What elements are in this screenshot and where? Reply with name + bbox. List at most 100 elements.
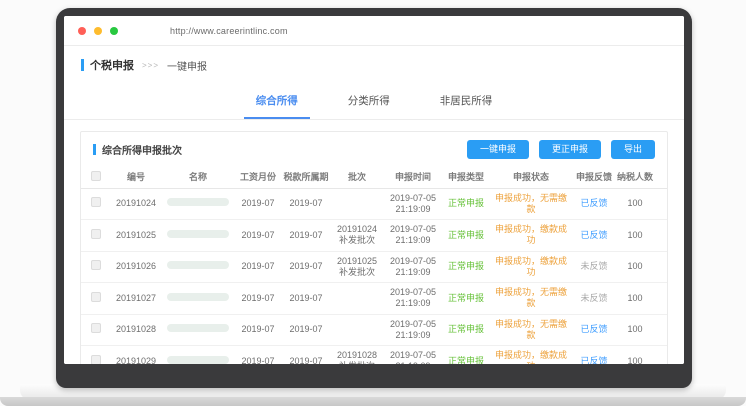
export-button[interactable]: 导出 [611,140,655,159]
table-row: 201910252019-072019-0720191024 补发批次2019-… [81,220,667,252]
cell-name-redacted [161,220,235,252]
cell-declare-status: 申报成功，无需缴款 [489,283,573,315]
redacted-name-pill [167,230,229,238]
correction-declare-button[interactable]: 更正申报 [539,140,601,159]
cell-salary-month: 2019-07 [235,188,281,220]
cell-batch [331,188,383,220]
cell-feedback: 已反馈 [573,188,615,220]
cell-tax-period: 2019-07 [281,283,331,315]
browser-bar: http://www.careerintlinc.com [64,16,684,46]
page-content: 个税申报 >>> 一键申报 综合所得 分类所得 非居民所得 综合所得申报批次 一… [64,46,684,364]
cell-batch: 20191025 补发批次 [331,251,383,283]
cell-declare-status: 申报成功，无需缴款 [489,188,573,220]
cell-taxpayer-count: 100 [615,346,655,365]
cell-taxpayer-count: 100 [615,283,655,315]
tab-comprehensive-income[interactable]: 综合所得 [244,85,310,119]
table-header-row: 编号名称工资月份税款所属期批次申报时间申报类型申报状态申报反馈纳税人数汇 [81,166,667,188]
select-all-checkbox[interactable] [91,171,101,181]
cell-declare-status: 申报成功，缴款成功 [489,220,573,252]
column-header: 申报反馈 [573,166,615,188]
laptop-base-bottom [0,397,746,406]
cell-clipped-amount: 11 [655,283,667,315]
cell-feedback: 已反馈 [573,346,615,365]
row-checkbox[interactable] [91,323,101,333]
tab-nonresident-income[interactable]: 非居民所得 [428,85,505,119]
cell-declare-type: 正常申报 [443,188,489,220]
cell-declare-time: 2019-07-05 21:19:09 [383,220,443,252]
window-minimize-icon[interactable] [94,27,102,35]
cell-batch-id: 20191028 [111,314,161,346]
cell-declare-type: 正常申报 [443,220,489,252]
cell-clipped-amount: 11 [655,188,667,220]
cell-taxpayer-count: 100 [615,220,655,252]
cell-name-redacted [161,251,235,283]
column-header: 申报状态 [489,166,573,188]
panel-title: 综合所得申报批次 [102,142,182,157]
column-header: 纳税人数 [615,166,655,188]
row-checkbox[interactable] [91,260,101,270]
cell-batch [331,314,383,346]
cell-clipped-amount: 11 [655,251,667,283]
batch-panel: 综合所得申报批次 一键申报 更正申报 导出 [80,131,668,364]
cell-tax-period: 2019-07 [281,220,331,252]
redacted-name-pill [167,198,229,206]
cell-declare-type: 正常申报 [443,346,489,365]
cell-checkbox [81,346,111,365]
cell-taxpayer-count: 100 [615,314,655,346]
breadcrumb: 个税申报 >>> 一键申报 [64,46,684,79]
laptop-screen: http://www.careerintlinc.com 个税申报 >>> 一键… [64,16,684,364]
cell-feedback: 未反馈 [573,251,615,283]
cell-declare-time: 2019-07-05 21:19:09 [383,314,443,346]
column-header: 工资月份 [235,166,281,188]
cell-salary-month: 2019-07 [235,251,281,283]
redacted-name-pill [167,356,229,364]
cell-checkbox [81,220,111,252]
cell-declare-time: 2019-07-05 21:19:09 [383,188,443,220]
cell-checkbox [81,251,111,283]
cell-tax-period: 2019-07 [281,188,331,220]
cell-feedback: 未反馈 [573,283,615,315]
tab-classified-income[interactable]: 分类所得 [336,85,402,119]
address-bar-url[interactable]: http://www.careerintlinc.com [170,26,288,36]
one-click-declare-button[interactable]: 一键申报 [467,140,529,159]
panel-accent-bar [93,144,96,155]
cell-taxpayer-count: 100 [615,188,655,220]
table-row: 20191027 2019-072019-07 2019-07-05 21:19:0… [81,283,667,315]
cell-checkbox [81,314,111,346]
cell-declare-time: 2019-07-05 21:19:09 [383,283,443,315]
declaration-table: 编号名称工资月份税款所属期批次申报时间申报类型申报状态申报反馈纳税人数汇 201… [81,166,667,364]
redacted-name-pill [167,293,229,301]
cell-clipped-amount: 11 [655,220,667,252]
cell-name-redacted [161,188,235,220]
column-header: 申报时间 [383,166,443,188]
row-checkbox[interactable] [91,197,101,207]
column-header: 税款所属期 [281,166,331,188]
cell-declare-type: 正常申报 [443,314,489,346]
cell-salary-month: 2019-07 [235,283,281,315]
panel-header: 综合所得申报批次 一键申报 更正申报 导出 [81,132,667,166]
window-close-icon[interactable] [78,27,86,35]
breadcrumb-separator: >>> [142,61,159,70]
cell-checkbox [81,283,111,315]
column-header: 编号 [111,166,161,188]
row-checkbox[interactable] [91,229,101,239]
table-row: 201910292019-072019-0720191028 补发批次2019-… [81,346,667,365]
breadcrumb-accent-bar [81,59,84,71]
cell-declare-status: 申报成功，缴款成功 [489,346,573,365]
cell-clipped-amount: 11 [655,314,667,346]
cell-declare-status: 申报成功，缴款成功 [489,251,573,283]
cell-name-redacted [161,314,235,346]
row-checkbox[interactable] [91,292,101,302]
column-header: 申报类型 [443,166,489,188]
cell-batch-id: 20191027 [111,283,161,315]
table-row: 201910242019-072019-072019-07-05 21:19:0… [81,188,667,220]
cell-tax-period: 2019-07 [281,314,331,346]
cell-feedback: 已反馈 [573,314,615,346]
column-header: 批次 [331,166,383,188]
window-maximize-icon[interactable] [110,27,118,35]
row-checkbox[interactable] [91,355,101,364]
redacted-name-pill [167,261,229,269]
cell-name-redacted [161,283,235,315]
column-header: 汇 [655,166,667,188]
cell-clipped-amount: 11 [655,346,667,365]
